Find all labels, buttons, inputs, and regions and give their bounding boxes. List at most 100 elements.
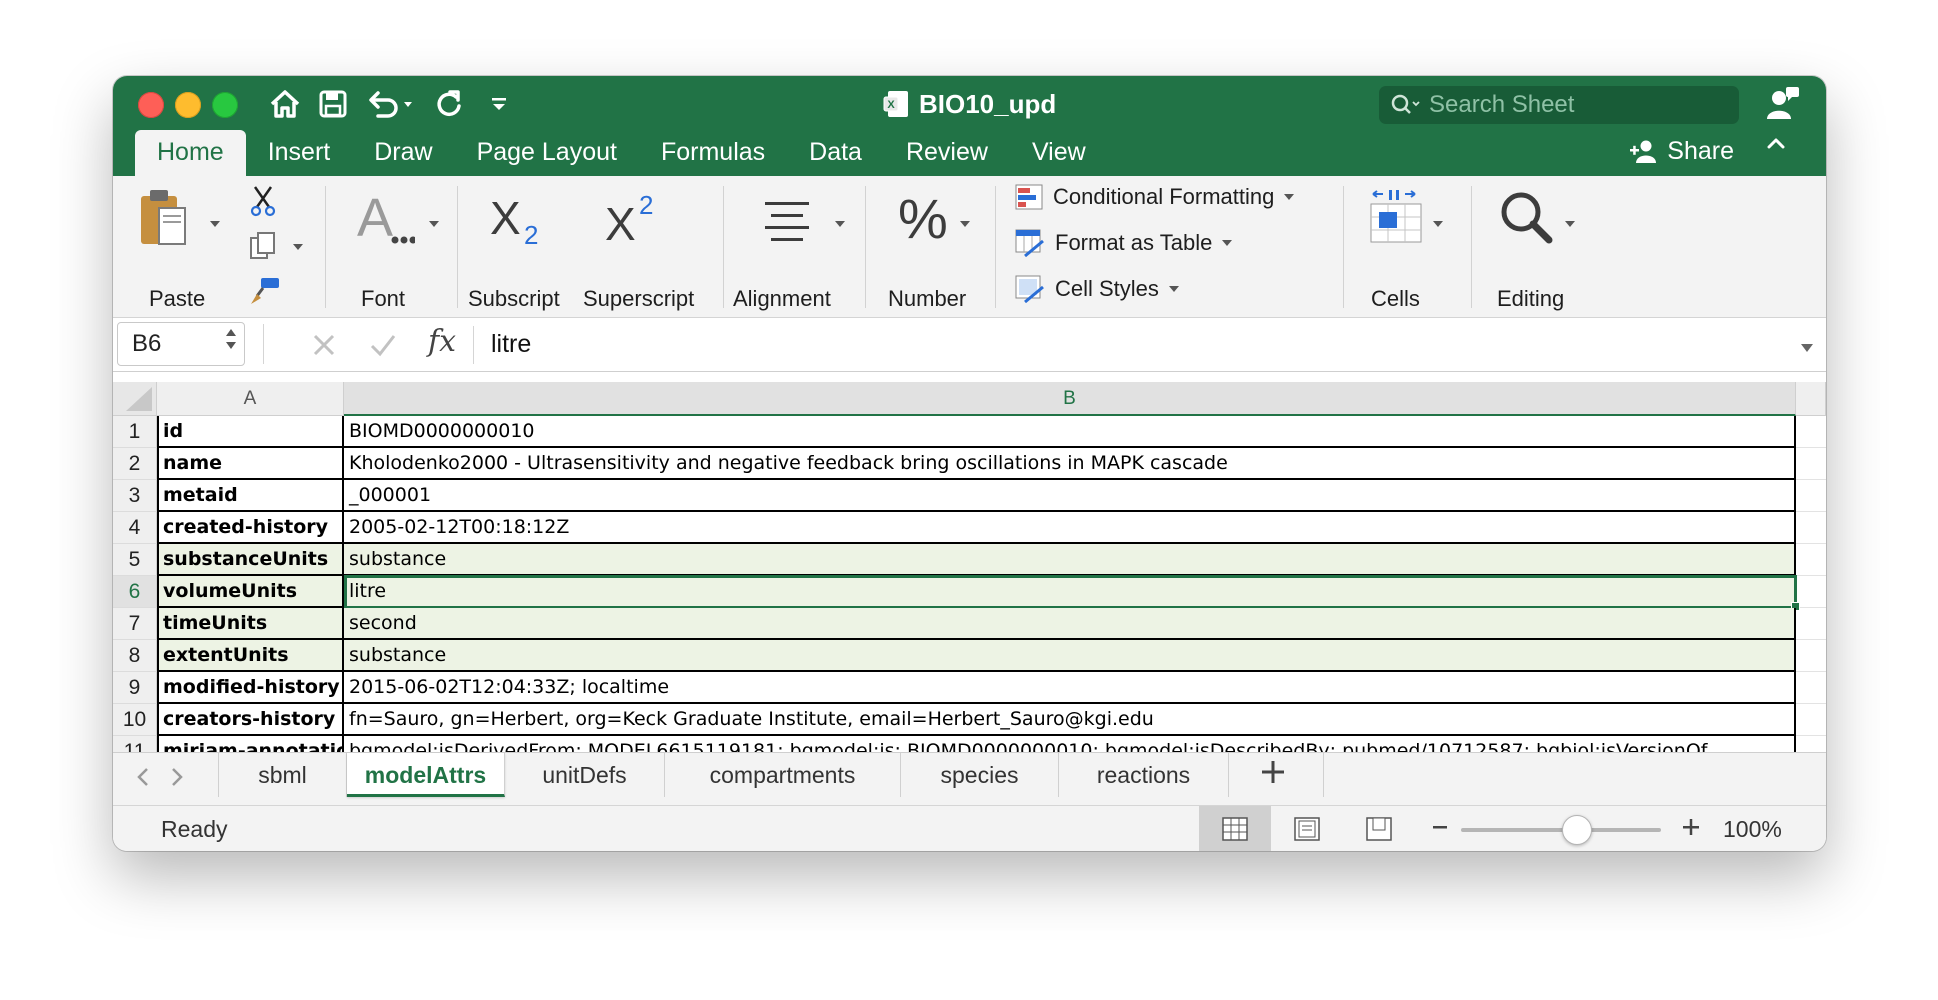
tab-insert[interactable]: Insert <box>246 130 353 176</box>
tab-formulas[interactable]: Formulas <box>639 130 787 176</box>
cell-b[interactable]: 2005-02-12T00:18:12Z <box>344 512 1796 544</box>
sheet-tab-reactions[interactable]: reactions <box>1059 753 1229 797</box>
search-sheet-box[interactable] <box>1379 86 1739 124</box>
cell-b[interactable]: second <box>344 608 1796 640</box>
alignment-group[interactable]: Alignment <box>733 176 845 318</box>
undo-icon[interactable] <box>363 84 419 124</box>
minimize-window-button[interactable] <box>175 92 201 118</box>
cell-b[interactable]: fn=Sauro, gn=Herbert, org=Keck Graduate … <box>344 704 1796 736</box>
zoom-in-button[interactable] <box>1681 812 1701 850</box>
empty-cell[interactable] <box>1796 448 1826 480</box>
row-header[interactable]: 6 <box>113 576 157 608</box>
sheet-tab-sbml[interactable]: sbml <box>219 753 347 797</box>
cut-icon[interactable] <box>249 185 277 222</box>
row-header[interactable]: 5 <box>113 544 157 576</box>
row-header[interactable]: 10 <box>113 704 157 736</box>
cell-a[interactable]: modified-history <box>157 672 344 704</box>
copy-options-caret[interactable] <box>293 244 303 250</box>
editing-group[interactable]: Editing <box>1487 176 1597 318</box>
tab-draw[interactable]: Draw <box>352 130 454 176</box>
tab-home[interactable]: Home <box>135 130 246 176</box>
paste-options-caret[interactable] <box>210 221 220 227</box>
conditional-formatting-button[interactable]: Conditional Formatting <box>1015 180 1295 214</box>
cancel-icon[interactable] <box>311 332 337 363</box>
tab-data[interactable]: Data <box>787 130 884 176</box>
add-sheet-button[interactable] <box>1243 753 1303 797</box>
zoom-slider-thumb[interactable] <box>1562 815 1592 845</box>
empty-cell[interactable] <box>1796 576 1826 608</box>
confirm-icon[interactable] <box>369 332 397 363</box>
cell-a[interactable]: name <box>157 448 344 480</box>
cell-b[interactable]: litre <box>344 576 1796 608</box>
cell-b[interactable]: substance <box>344 640 1796 672</box>
row-header[interactable]: 8 <box>113 640 157 672</box>
page-layout-view-button[interactable] <box>1271 806 1343 851</box>
sheet-tab-compartments[interactable]: compartments <box>665 753 901 797</box>
cell-a[interactable]: created-history <box>157 512 344 544</box>
row-header[interactable]: 4 <box>113 512 157 544</box>
next-sheet-icon[interactable] <box>169 767 185 792</box>
insert-function-icon[interactable]: fx <box>428 324 456 359</box>
cell-styles-button[interactable]: Cell Styles <box>1015 272 1179 306</box>
row-header[interactable]: 2 <box>113 448 157 480</box>
format-as-table-button[interactable]: Format as Table <box>1015 226 1233 260</box>
alignment-caret[interactable] <box>835 221 845 227</box>
select-all-corner[interactable] <box>113 382 157 416</box>
tab-page-layout[interactable]: Page Layout <box>455 130 639 176</box>
previous-sheet-icon[interactable] <box>135 767 151 792</box>
search-sheet-input[interactable] <box>1429 91 1719 119</box>
share-button[interactable]: Share <box>1629 131 1734 171</box>
cell-a[interactable]: metaid <box>157 480 344 512</box>
name-box[interactable]: B6 <box>117 322 245 366</box>
paste-icon[interactable] <box>139 188 187 255</box>
superscript-button[interactable]: X2 Superscript <box>583 176 694 318</box>
empty-cell[interactable] <box>1796 480 1826 512</box>
sheet-tab-modelattrs[interactable]: modelAttrs <box>347 753 505 797</box>
empty-cell[interactable] <box>1796 512 1826 544</box>
name-box-stepper[interactable] <box>224 327 238 351</box>
close-window-button[interactable] <box>138 92 164 118</box>
row-header[interactable]: 9 <box>113 672 157 704</box>
cell-b[interactable]: bqmodel:isDerivedFrom; MODEL6615119181; … <box>344 736 1796 752</box>
subscript-button[interactable]: X2 Subscript <box>468 176 578 318</box>
sheet-tab-species[interactable]: species <box>901 753 1059 797</box>
cell-b[interactable]: Kholodenko2000 - Ultrasensitivity and ne… <box>344 448 1796 480</box>
cell-a[interactable]: volumeUnits <box>157 576 344 608</box>
empty-cell[interactable] <box>1796 704 1826 736</box>
cell-b[interactable]: substance <box>344 544 1796 576</box>
number-group[interactable]: % Number <box>888 176 988 318</box>
cells-caret[interactable] <box>1433 221 1443 227</box>
cell-a[interactable]: substanceUnits <box>157 544 344 576</box>
cell-b[interactable]: _000001 <box>344 480 1796 512</box>
row-header[interactable]: 1 <box>113 416 157 448</box>
cell-a[interactable]: miriam-annotation <box>157 736 344 752</box>
empty-cell[interactable] <box>1796 544 1826 576</box>
cells-group[interactable]: Cells <box>1359 176 1459 318</box>
empty-cell[interactable] <box>1796 640 1826 672</box>
normal-view-button[interactable] <box>1199 806 1271 851</box>
editing-caret[interactable] <box>1565 221 1575 227</box>
empty-cell[interactable] <box>1796 416 1826 448</box>
font-caret[interactable] <box>429 221 439 227</box>
cell-a[interactable]: creators-history <box>157 704 344 736</box>
column-header-empty[interactable] <box>1796 382 1826 416</box>
column-header-b[interactable]: B <box>344 382 1796 416</box>
column-header-a[interactable]: A <box>157 382 344 416</box>
zoom-out-button[interactable] <box>1431 812 1449 850</box>
empty-cell[interactable] <box>1796 608 1826 640</box>
font-group[interactable]: A Font <box>335 176 445 318</box>
save-icon[interactable] <box>313 84 353 124</box>
cell-b[interactable]: 2015-06-02T12:04:33Z; localtime <box>344 672 1796 704</box>
spreadsheet-grid[interactable]: A B 1 id BIOMD0000000010 2 name Kholodenko200… <box>113 382 1826 752</box>
empty-cell[interactable] <box>1796 672 1826 704</box>
row-header[interactable]: 11 <box>113 736 157 752</box>
tab-review[interactable]: Review <box>884 130 1010 176</box>
cell-a[interactable]: extentUnits <box>157 640 344 672</box>
copy-icon[interactable] <box>249 232 277 267</box>
maximize-window-button[interactable] <box>212 92 238 118</box>
cell-b[interactable]: BIOMD0000000010 <box>344 416 1796 448</box>
sheet-tab-unitdefs[interactable]: unitDefs <box>505 753 665 797</box>
cell-a[interactable]: timeUnits <box>157 608 344 640</box>
cell-a[interactable]: id <box>157 416 344 448</box>
empty-cell[interactable] <box>1796 736 1826 752</box>
